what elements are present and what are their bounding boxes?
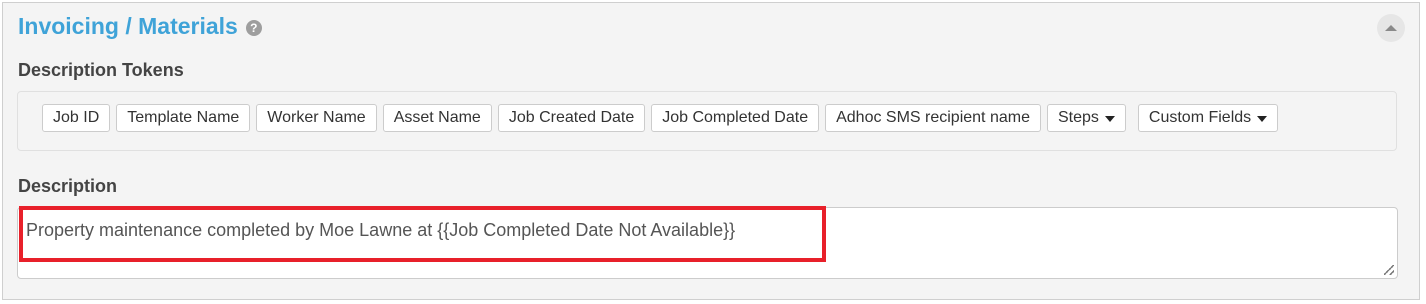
token-label: Custom Fields bbox=[1148, 109, 1252, 126]
description-label: Description bbox=[18, 176, 118, 196]
token-asset-name[interactable]: Asset Name bbox=[382, 104, 492, 132]
token-label: Job Created Date bbox=[508, 109, 635, 126]
help-icon[interactable]: ? bbox=[245, 20, 262, 36]
token-worker-name[interactable]: Worker Name bbox=[256, 104, 377, 132]
token-label: Worker Name bbox=[267, 109, 366, 126]
token-label: Job ID bbox=[53, 109, 100, 126]
panel-title: Invoicing / Materials ? bbox=[18, 13, 262, 40]
collapse-button[interactable] bbox=[1377, 14, 1405, 42]
token-label: Template Name bbox=[127, 109, 240, 126]
token-label: Steps bbox=[1057, 109, 1099, 126]
token-job-created-date[interactable]: Job Created Date bbox=[497, 104, 646, 132]
caret-down-icon bbox=[1104, 116, 1115, 122]
resize-handle-icon[interactable] bbox=[1384, 265, 1394, 275]
panel-title-text: Invoicing / Materials bbox=[18, 13, 238, 39]
tokens-box: Job ID Template Name Worker Name Asset N… bbox=[17, 91, 1397, 151]
steps-dropdown[interactable]: Steps bbox=[1046, 104, 1126, 132]
token-label: Job Completed Date bbox=[662, 109, 809, 126]
highlight-box bbox=[19, 206, 826, 262]
caret-down-icon bbox=[1257, 116, 1268, 122]
token-template-name[interactable]: Template Name bbox=[116, 104, 251, 132]
custom-fields-dropdown[interactable]: Custom Fields bbox=[1137, 104, 1279, 132]
token-adhoc-sms-recipient-name[interactable]: Adhoc SMS recipient name bbox=[825, 104, 1041, 132]
token-job-completed-date[interactable]: Job Completed Date bbox=[651, 104, 820, 132]
description-tokens-label: Description Tokens bbox=[18, 60, 184, 80]
chevron-up-icon bbox=[1385, 25, 1397, 31]
token-list: Job ID Template Name Worker Name Asset N… bbox=[42, 104, 1279, 132]
token-job-id[interactable]: Job ID bbox=[42, 104, 111, 132]
token-label: Adhoc SMS recipient name bbox=[836, 109, 1030, 126]
token-label: Asset Name bbox=[393, 109, 481, 126]
invoicing-materials-panel: Invoicing / Materials ? Description Toke… bbox=[2, 2, 1420, 300]
